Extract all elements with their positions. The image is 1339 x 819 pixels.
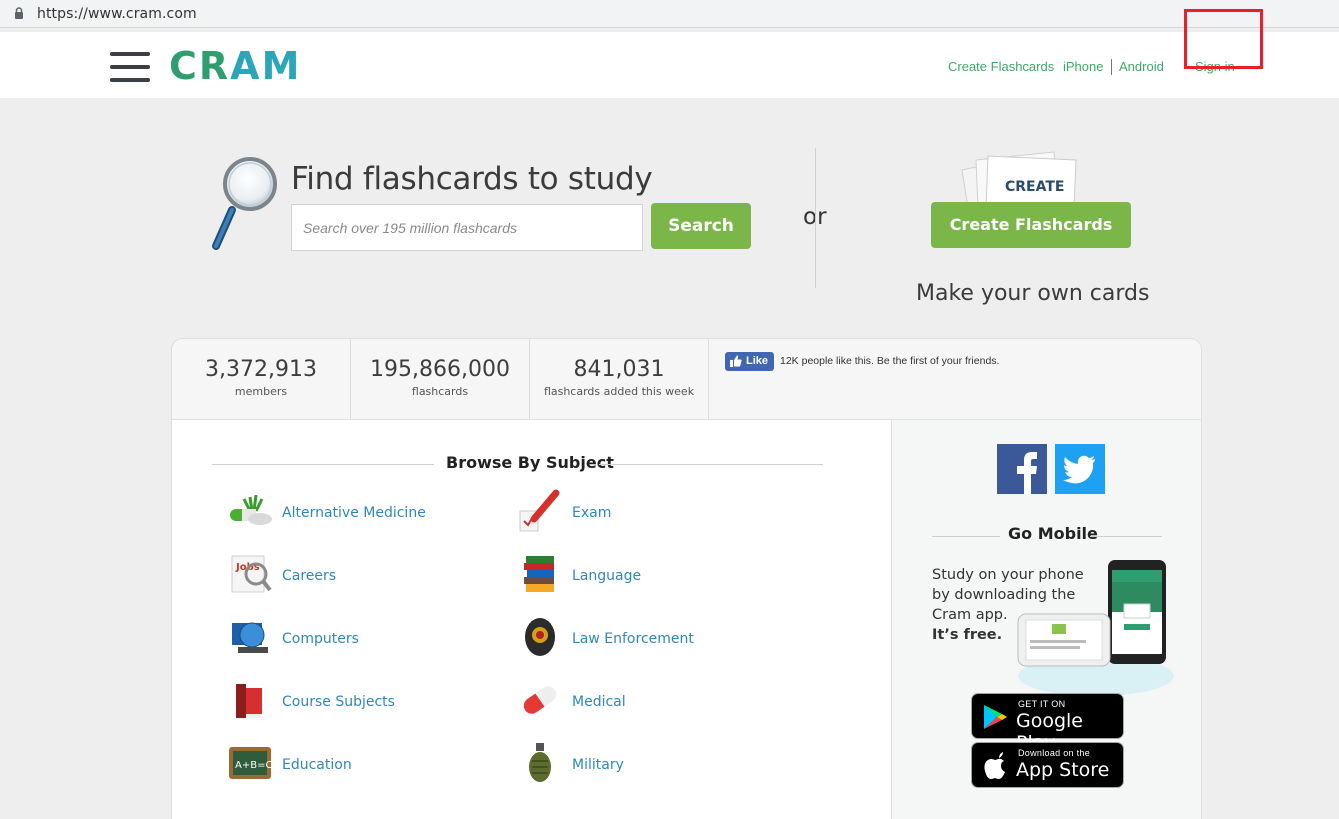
- stat-value: 195,866,000: [370, 357, 510, 382]
- facebook-like-button[interactable]: Like: [725, 352, 774, 371]
- stat-value: 3,372,913: [205, 357, 317, 382]
- computers-icon: [232, 622, 268, 653]
- subject-link-careers[interactable]: Careers: [282, 568, 336, 584]
- android-link[interactable]: Android: [1119, 59, 1164, 74]
- title-rule: [1090, 536, 1162, 537]
- go-mobile-title: Go Mobile: [1008, 524, 1098, 543]
- subject-link-language[interactable]: Language: [572, 568, 641, 584]
- stat-label: members: [234, 385, 288, 398]
- apple-icon: [984, 752, 1005, 779]
- subject-link-alternative-medicine[interactable]: Alternative Medicine: [282, 505, 426, 521]
- subject-link-computers[interactable]: Computers: [282, 631, 359, 647]
- svg-text:A+B=C: A+B=C: [235, 760, 272, 771]
- lock-icon: [15, 7, 23, 19]
- link-divider: [1111, 59, 1112, 75]
- main-panel: 3,372,913 members 195,866,000 flashcards…: [171, 338, 1202, 819]
- hero-title: Find flashcards to study: [291, 161, 653, 197]
- title-rule: [212, 464, 434, 465]
- title-rule: [599, 464, 823, 465]
- logo-text-am: AM: [230, 44, 302, 88]
- sign-in-highlight-box: [1184, 9, 1263, 69]
- law-enforcement-icon: [525, 618, 555, 656]
- url-text[interactable]: https://www.cram.com: [37, 6, 197, 22]
- thumbs-up-icon: [730, 355, 742, 367]
- app-store-button[interactable]: Download on the App Store: [971, 742, 1124, 788]
- stat-value: 841,031: [573, 357, 665, 382]
- stat-label: flashcards: [411, 385, 469, 398]
- subject-link-law-enforcement[interactable]: Law Enforcement: [572, 631, 694, 647]
- menu-icon[interactable]: [110, 52, 150, 82]
- phone-app-illustration: [1017, 560, 1174, 696]
- like-label: Like: [746, 355, 769, 367]
- stat-added-this-week: 841,031 flashcards added this week: [530, 339, 709, 420]
- iphone-link[interactable]: iPhone: [1063, 59, 1103, 74]
- military-icon: [529, 743, 551, 782]
- facebook-icon[interactable]: [997, 444, 1047, 494]
- magnifying-glass-icon: [212, 157, 277, 250]
- google-play-button[interactable]: GET IT ON Google Play: [971, 693, 1124, 754]
- exam-icon: [519, 489, 560, 532]
- medical-icon: [523, 686, 557, 714]
- google-play-icon: [984, 705, 1007, 729]
- alternative-medicine-icon: [230, 494, 272, 525]
- facebook-like-count-text: 12K people like this. Be the first of yo…: [780, 355, 1000, 367]
- cram-logo[interactable]: CRAM: [169, 44, 301, 88]
- education-icon: A+B=C: [229, 747, 272, 779]
- browse-by-subject-title: Browse By Subject: [446, 453, 614, 472]
- search-button[interactable]: Search: [651, 203, 751, 249]
- stat-members: 3,372,913 members: [172, 339, 351, 420]
- app-store-small-text: Download on the: [1018, 748, 1091, 758]
- create-flashcards-link[interactable]: Create Flashcards: [948, 59, 1054, 74]
- stats-bar: 3,372,913 members 195,866,000 flashcards…: [172, 339, 1201, 420]
- stat-flashcards: 195,866,000 flashcards: [351, 339, 530, 420]
- browser-address-bar[interactable]: https://www.cram.com: [0, 0, 1339, 28]
- app-store-big-text: App Store: [1016, 759, 1110, 781]
- create-card-text: CREATE: [1005, 179, 1064, 195]
- course-subjects-icon: [236, 684, 262, 718]
- subject-link-course-subjects[interactable]: Course Subjects: [282, 694, 395, 710]
- site-header: CRAM Create Flashcards iPhone Android Si…: [0, 32, 1339, 98]
- stat-label: flashcards added this week: [543, 385, 695, 398]
- subject-link-medical[interactable]: Medical: [572, 694, 626, 710]
- sidebar: Go Mobile Study on your phone by downloa…: [891, 420, 1201, 819]
- create-flashcards-button[interactable]: Create Flashcards: [931, 202, 1131, 248]
- careers-icon: Jobs: [231, 555, 272, 593]
- hero-vertical-divider: [815, 148, 816, 288]
- subject-link-exam[interactable]: Exam: [572, 505, 611, 521]
- subject-link-military[interactable]: Military: [572, 757, 624, 773]
- make-own-cards-text: Make your own cards: [916, 281, 1150, 306]
- google-play-small-text: GET IT ON: [1018, 699, 1066, 709]
- language-icon: [524, 556, 554, 592]
- logo-text-cr: CR: [169, 44, 231, 88]
- create-cards-illustration: CREATE: [961, 151, 1077, 208]
- subject-link-education[interactable]: Education: [282, 757, 352, 773]
- title-rule: [932, 536, 1000, 537]
- twitter-icon[interactable]: [1055, 444, 1105, 494]
- search-input[interactable]: [291, 204, 643, 251]
